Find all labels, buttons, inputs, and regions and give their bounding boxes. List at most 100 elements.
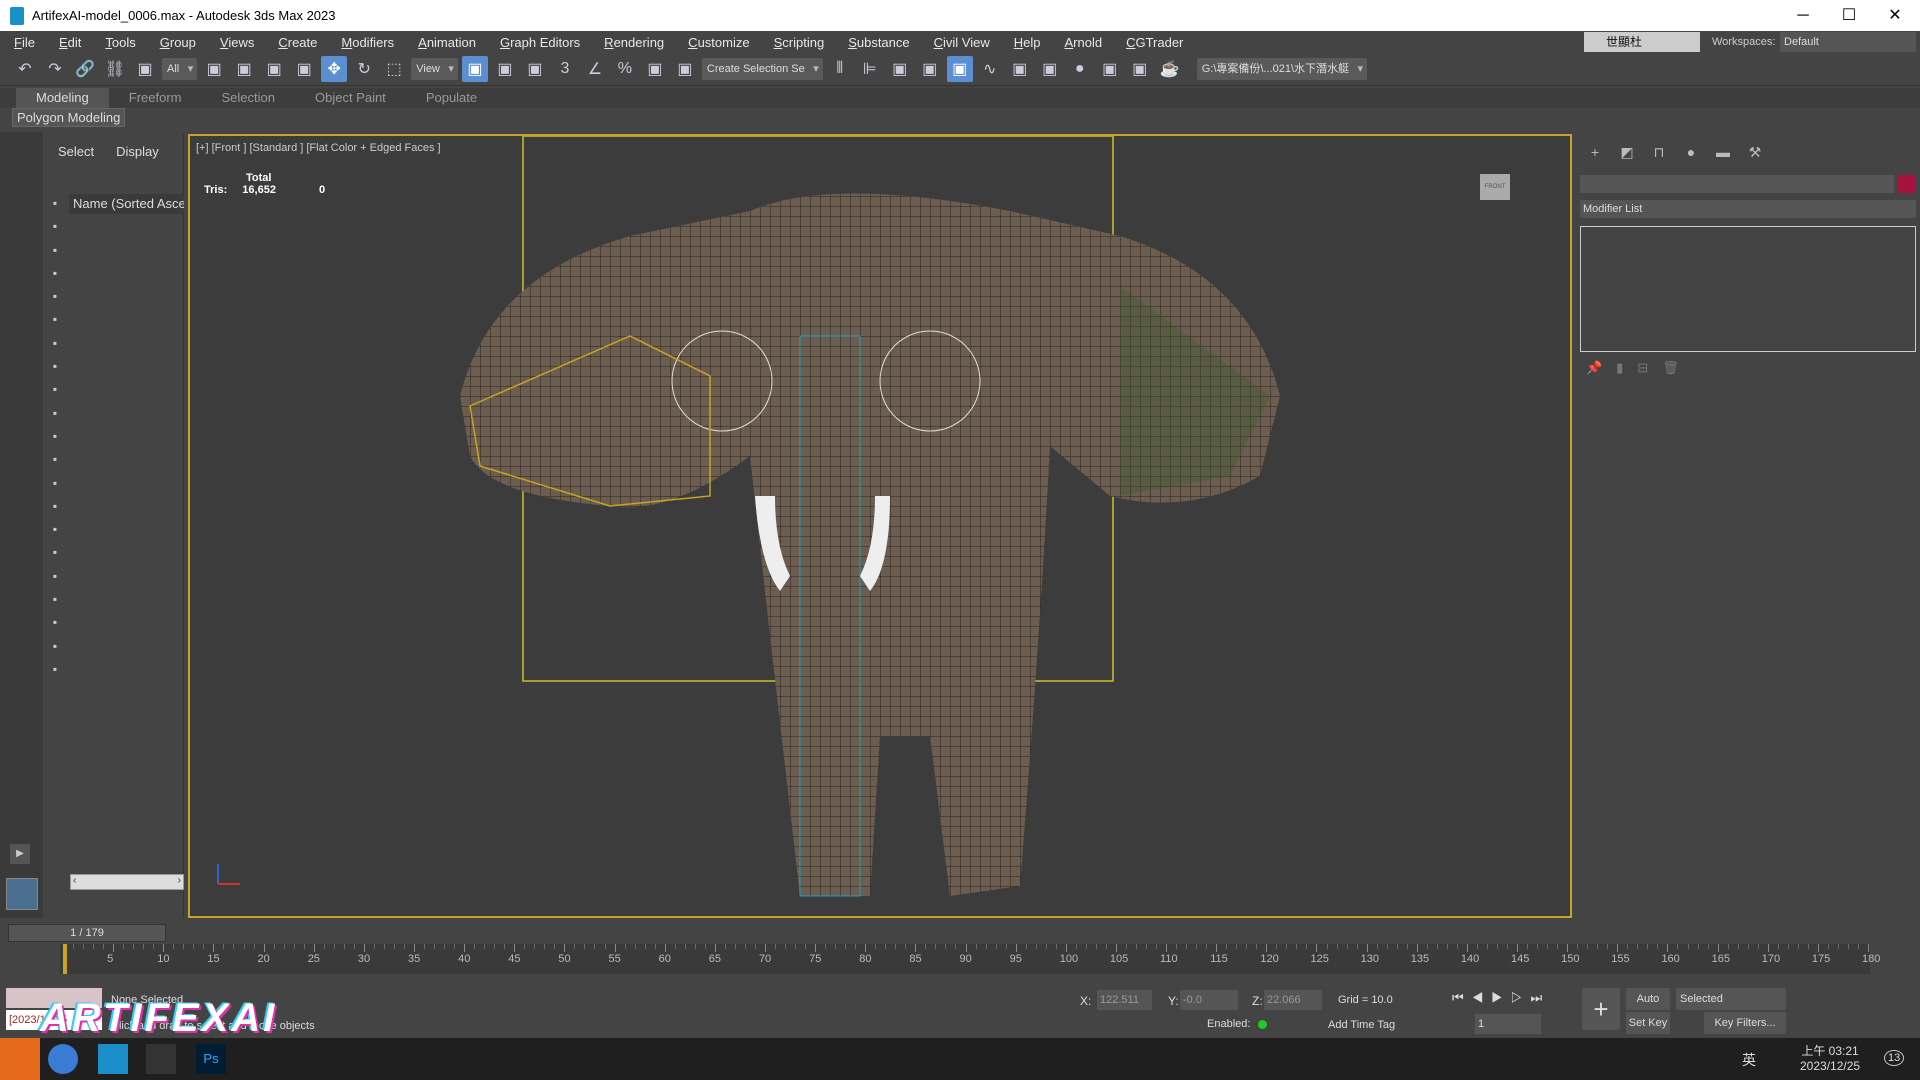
named-selection-set-dropdown[interactable]: Create Selection Se: [701, 58, 823, 80]
playback-controls[interactable]: ⏮◀▶▷⏭: [1452, 990, 1550, 1006]
auto-key-button[interactable]: Auto Key: [1626, 988, 1670, 1027]
select-all-filter-icon[interactable]: ▪: [48, 545, 62, 559]
modify-tab-icon[interactable]: ◩: [1616, 144, 1638, 162]
track-bar[interactable]: 5 10 15 20 25 30 35 40 45 50 55 60 65 70 75 80 85 90 95 100…: [60, 944, 1880, 974]
menu-tools[interactable]: Tools: [91, 35, 145, 50]
spinner-snap-icon[interactable]: ▣: [642, 56, 668, 82]
viewport-layout-button[interactable]: [6, 878, 38, 910]
snap-toggle-icon[interactable]: 3: [552, 56, 578, 82]
align-icon[interactable]: ⊫: [857, 56, 883, 82]
taskbar-app-icon[interactable]: [0, 1038, 40, 1080]
polygon-modeling-panel[interactable]: Polygon Modeling: [12, 108, 126, 127]
options-filter-icon[interactable]: ▪: [48, 662, 62, 676]
expand-arrow-icon[interactable]: ▶: [10, 844, 30, 864]
angle-snap-icon[interactable]: ∠: [582, 56, 608, 82]
curve-editor-icon[interactable]: ∿: [977, 56, 1003, 82]
z-coordinate[interactable]: 22.066: [1264, 990, 1322, 1010]
select-none-filter-icon[interactable]: ▪: [48, 569, 62, 583]
maximize-button[interactable]: ☐: [1826, 0, 1872, 31]
filter-filter-icon[interactable]: ▪: [48, 615, 62, 629]
current-frame-marker[interactable]: [63, 944, 67, 974]
tab-display[interactable]: Display: [116, 144, 159, 159]
y-coordinate[interactable]: -0.0: [1180, 990, 1238, 1010]
menu-civil-view[interactable]: Civil View: [920, 35, 1000, 50]
ribbon-tab-populate[interactable]: Populate: [406, 88, 497, 108]
elephant-model[interactable]: [190, 136, 1572, 918]
select-manipulate-icon[interactable]: ▣: [522, 56, 548, 82]
lights-filter-icon[interactable]: ▪: [48, 266, 62, 280]
create-tab-icon[interactable]: +: [1584, 144, 1606, 162]
modifier-list-dropdown[interactable]: Modifier List: [1580, 200, 1916, 218]
current-frame-field[interactable]: 1: [1475, 1014, 1541, 1034]
pivot-icon[interactable]: ▣: [492, 56, 518, 82]
name-column-header[interactable]: Name (Sorted Ascending): [69, 194, 184, 214]
space-warps-filter-icon[interactable]: ▪: [48, 336, 62, 350]
rendered-frame-icon[interactable]: ▣: [1127, 56, 1153, 82]
x-coordinate[interactable]: 122.511: [1097, 990, 1152, 1010]
hidden-filter-icon[interactable]: ▪: [48, 499, 62, 513]
menu-views[interactable]: Views: [206, 35, 264, 50]
ribbon-icon[interactable]: ▣: [946, 56, 973, 82]
render-icon[interactable]: ☕: [1157, 56, 1183, 82]
redo-icon[interactable]: ↷: [42, 56, 68, 82]
ribbon-tab-selection[interactable]: Selection: [202, 88, 295, 108]
bones-filter-icon[interactable]: ▪: [48, 406, 62, 420]
modifier-stack[interactable]: [1580, 226, 1916, 352]
tab-select[interactable]: Select: [58, 144, 94, 159]
funnel-filter-icon[interactable]: ▪: [48, 639, 62, 653]
menu-substance[interactable]: Substance: [834, 35, 919, 50]
containers-filter-icon[interactable]: ▪: [48, 429, 62, 443]
ime-indicator[interactable]: 英: [1742, 1050, 1756, 1070]
notification-count[interactable]: 13: [1884, 1050, 1905, 1066]
chrome-icon[interactable]: [48, 1044, 78, 1074]
xrefs-filter-icon[interactable]: ▪: [48, 382, 62, 396]
menu-cgtrader[interactable]: CGTrader: [1112, 35, 1193, 50]
particles-filter-icon[interactable]: ▪: [48, 452, 62, 466]
add-time-tag[interactable]: Add Time Tag: [1328, 1019, 1395, 1031]
front-viewport[interactable]: [+] [Front ] [Standard ] [Flat Color + E…: [188, 134, 1572, 918]
set-key-button[interactable]: Set Key: [1626, 1012, 1670, 1034]
groups-filter-icon[interactable]: ▪: [48, 359, 62, 373]
placement-icon[interactable]: ▣: [461, 56, 488, 82]
scene-explorer-icon[interactable]: ▣: [887, 56, 913, 82]
menu-group[interactable]: Group: [146, 35, 206, 50]
user-account-dropdown[interactable]: 世顯杜: [1584, 32, 1700, 52]
photoshop-icon[interactable]: Ps: [196, 1044, 226, 1074]
clock[interactable]: 上午 03:21 2023/12/25: [1800, 1042, 1860, 1073]
set-key-big-button[interactable]: +: [1582, 988, 1620, 1030]
minimize-button[interactable]: ─: [1780, 0, 1826, 31]
object-color-swatch[interactable]: [1898, 175, 1916, 193]
object-name-field[interactable]: [1580, 175, 1894, 193]
selection-filter-dropdown[interactable]: All: [162, 58, 198, 80]
render-setup-icon[interactable]: ▣: [1097, 56, 1123, 82]
workspace-dropdown[interactable]: Default: [1780, 32, 1916, 52]
menu-modifiers[interactable]: Modifiers: [327, 35, 404, 50]
key-mode-dropdown[interactable]: Selected: [1676, 988, 1786, 1010]
scale-icon[interactable]: ⬚: [381, 56, 407, 82]
helpers-filter-icon[interactable]: ▪: [48, 312, 62, 326]
ribbon-tab-object-paint[interactable]: Object Paint: [295, 88, 406, 108]
move-icon[interactable]: ✥: [321, 56, 348, 82]
menu-arnold[interactable]: Arnold: [1050, 35, 1112, 50]
horizontal-scrollbar[interactable]: ‹ ›: [70, 874, 184, 890]
edit-named-sets-icon[interactable]: ▣: [672, 56, 698, 82]
3dsmax-taskbar-icon[interactable]: [98, 1044, 128, 1074]
invert-filter-icon[interactable]: ▪: [48, 592, 62, 606]
display-none-filter-icon[interactable]: ▪: [48, 196, 62, 210]
motion-tab-icon[interactable]: ●: [1680, 144, 1702, 162]
project-folder-dropdown[interactable]: G:\專案備份\...021\水下潛水艇: [1196, 58, 1368, 80]
layer-filter-icon[interactable]: ▪: [48, 522, 62, 536]
frozen-filter-icon[interactable]: ▪: [48, 476, 62, 490]
menu-scripting[interactable]: Scripting: [760, 35, 835, 50]
menu-edit[interactable]: Edit: [45, 35, 91, 50]
display-tab-icon[interactable]: ▬: [1712, 144, 1734, 162]
window-crossing-icon[interactable]: ▣: [291, 56, 317, 82]
menu-animation[interactable]: Animation: [404, 35, 486, 50]
reference-coordinate-dropdown[interactable]: View: [411, 58, 458, 80]
cameras-filter-icon[interactable]: ▪: [48, 289, 62, 303]
menu-create[interactable]: Create: [264, 35, 327, 50]
link-icon[interactable]: 🔗: [72, 56, 98, 82]
close-button[interactable]: ✕: [1872, 0, 1918, 31]
select-object-icon[interactable]: ▣: [201, 56, 227, 82]
mirror-icon[interactable]: ⫴: [827, 56, 853, 82]
